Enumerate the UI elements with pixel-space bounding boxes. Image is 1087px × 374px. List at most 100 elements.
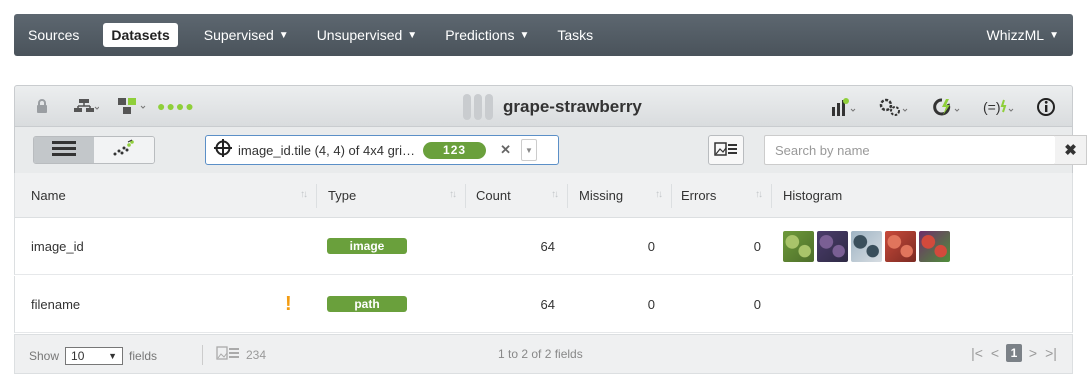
- column-histogram-label: Histogram: [783, 188, 843, 203]
- sort-icon[interactable]: ↑↓: [755, 189, 763, 200]
- lock-icon[interactable]: [29, 91, 55, 121]
- pagination-range: 1 to 2 of 2 fields: [498, 347, 583, 361]
- filter-bar: image_id.tile (4, 4) of 4x4 gri… 123 ✕ ▼…: [14, 127, 1087, 173]
- page-size-value: 10: [71, 349, 85, 363]
- caret-down-icon: ▼: [278, 29, 289, 41]
- column-missing-label: Missing: [579, 188, 624, 203]
- status-dots-icon: ●●●●: [157, 98, 195, 114]
- dataset-title: grape-strawberry: [463, 93, 642, 121]
- nav-whizzml[interactable]: WhizzML ▼: [973, 14, 1073, 56]
- close-icon[interactable]: ✕: [500, 142, 511, 158]
- column-header-histogram: Histogram: [783, 173, 842, 218]
- thumbnail-strip: [783, 230, 950, 262]
- one-click-action-icon[interactable]: [924, 92, 968, 122]
- list-view-button[interactable]: [34, 137, 94, 163]
- column-divider: [465, 184, 466, 208]
- field-type-badge: image: [327, 238, 407, 254]
- dataset-structure-icon[interactable]: [67, 91, 105, 121]
- column-errors-label: Errors: [681, 188, 717, 203]
- field-missing: 0: [647, 238, 655, 254]
- sort-icon[interactable]: ↑↓: [300, 189, 308, 200]
- nav-tasks[interactable]: Tasks: [543, 14, 607, 56]
- column-header-type[interactable]: Type: [328, 173, 356, 218]
- crosshair-target-icon: [214, 138, 232, 162]
- column-divider: [671, 184, 672, 208]
- clear-search-icon[interactable]: ✖: [1055, 135, 1087, 165]
- current-page[interactable]: 1: [1006, 344, 1022, 362]
- nav-sources[interactable]: Sources: [14, 14, 93, 56]
- thumbnail-grapes-purple[interactable]: [817, 230, 848, 262]
- field-count: 64: [540, 296, 555, 312]
- sort-icon[interactable]: ↑↓: [551, 189, 559, 200]
- nav-whizzml-label: WhizzML: [986, 27, 1045, 43]
- previous-page-icon[interactable]: <: [988, 345, 1002, 361]
- field-errors: 0: [753, 238, 761, 254]
- dataset-fields-icon[interactable]: [111, 91, 153, 121]
- field-name[interactable]: image_id: [31, 218, 84, 274]
- nav-sources-label: Sources: [28, 27, 80, 43]
- column-type-label: Type: [328, 188, 357, 203]
- show-label: Show: [29, 349, 60, 363]
- column-header-missing[interactable]: Missing: [579, 173, 623, 218]
- info-icon[interactable]: [1030, 92, 1062, 122]
- field-type-cell: path: [327, 276, 407, 332]
- sort-icon[interactable]: ↑↓: [655, 189, 663, 200]
- field-filter[interactable]: image_id.tile (4, 4) of 4x4 gri… 123 ✕ ▼: [205, 135, 559, 165]
- field-errors: 0: [753, 296, 761, 312]
- configure-gears-icon[interactable]: [872, 92, 916, 122]
- filter-text: image_id.tile (4, 4) of 4x4 gri…: [238, 142, 416, 158]
- search-input[interactable]: [764, 135, 1056, 165]
- column-header-name[interactable]: Name: [31, 173, 66, 218]
- view-toggle: [33, 136, 155, 164]
- table-header: Name ↑↓ Type ↑↓ Count ↑↓ Missing ↑↓ Erro…: [14, 173, 1073, 218]
- footer-divider: [202, 345, 203, 365]
- formula-icon[interactable]: (=): [976, 92, 1022, 122]
- nav-supervised-label: Supervised: [203, 27, 274, 43]
- thumbnail-fruit-mix[interactable]: [919, 230, 950, 262]
- column-divider: [567, 184, 568, 208]
- next-page-icon[interactable]: >: [1026, 345, 1040, 361]
- nav-predictions-label: Predictions: [445, 27, 515, 43]
- thumbnail-strawberries[interactable]: [885, 230, 916, 262]
- image-count-value: 234: [246, 347, 267, 362]
- nav-datasets[interactable]: Datasets: [103, 23, 178, 47]
- scatterplot-icon: [112, 139, 136, 161]
- table-row[interactable]: image_id image 64 0 0: [14, 218, 1073, 275]
- column-count-label: Count: [476, 188, 511, 203]
- field-type-badge: path: [327, 296, 407, 312]
- chart-analysis-icon[interactable]: [824, 92, 864, 122]
- nav-supervised[interactable]: Supervised ▼: [190, 14, 303, 56]
- svg-text:(=): (=): [983, 99, 1001, 115]
- dataset-bars-icon: [463, 94, 493, 120]
- first-page-icon[interactable]: |<: [970, 345, 984, 361]
- warning-icon[interactable]: !: [285, 276, 292, 332]
- column-header-errors[interactable]: Errors: [681, 173, 716, 218]
- histogram-thumbnails: [783, 218, 950, 274]
- field-type-cell: image: [327, 218, 407, 274]
- scatterplot-view-button[interactable]: [94, 137, 154, 163]
- chevron-down-icon[interactable]: ▼: [520, 139, 537, 161]
- page-size-control: Show 10 ▼ fields: [29, 347, 157, 365]
- last-page-icon[interactable]: >|: [1044, 345, 1058, 361]
- nav-predictions[interactable]: Predictions ▼: [431, 14, 543, 56]
- sort-icon[interactable]: ↑↓: [449, 189, 457, 200]
- field-name[interactable]: filename: [31, 276, 80, 332]
- top-navigation: Sources Datasets Supervised ▼ Unsupervise…: [14, 14, 1073, 56]
- caret-down-icon: ▼: [1049, 29, 1059, 41]
- column-divider: [316, 184, 317, 208]
- column-name-label: Name: [31, 188, 66, 203]
- thumbnail-camera[interactable]: [851, 230, 882, 262]
- image-list-icon: [216, 346, 240, 363]
- nav-tasks-label: Tasks: [557, 27, 594, 43]
- thumbnail-grapes-green[interactable]: [783, 230, 814, 262]
- caret-down-icon: ▼: [519, 29, 530, 41]
- image-count: 234: [216, 346, 266, 363]
- nav-unsupervised[interactable]: Unsupervised ▼: [303, 14, 432, 56]
- column-header-count[interactable]: Count: [476, 173, 511, 218]
- caret-down-icon: ▼: [407, 29, 418, 41]
- filter-type-badge: 123: [423, 141, 487, 159]
- table-row[interactable]: filename ! path 64 0 0: [14, 276, 1073, 333]
- image-fields-filter-button[interactable]: [708, 135, 744, 165]
- image-list-icon: [714, 141, 738, 160]
- page-size-select[interactable]: 10 ▼: [65, 347, 124, 365]
